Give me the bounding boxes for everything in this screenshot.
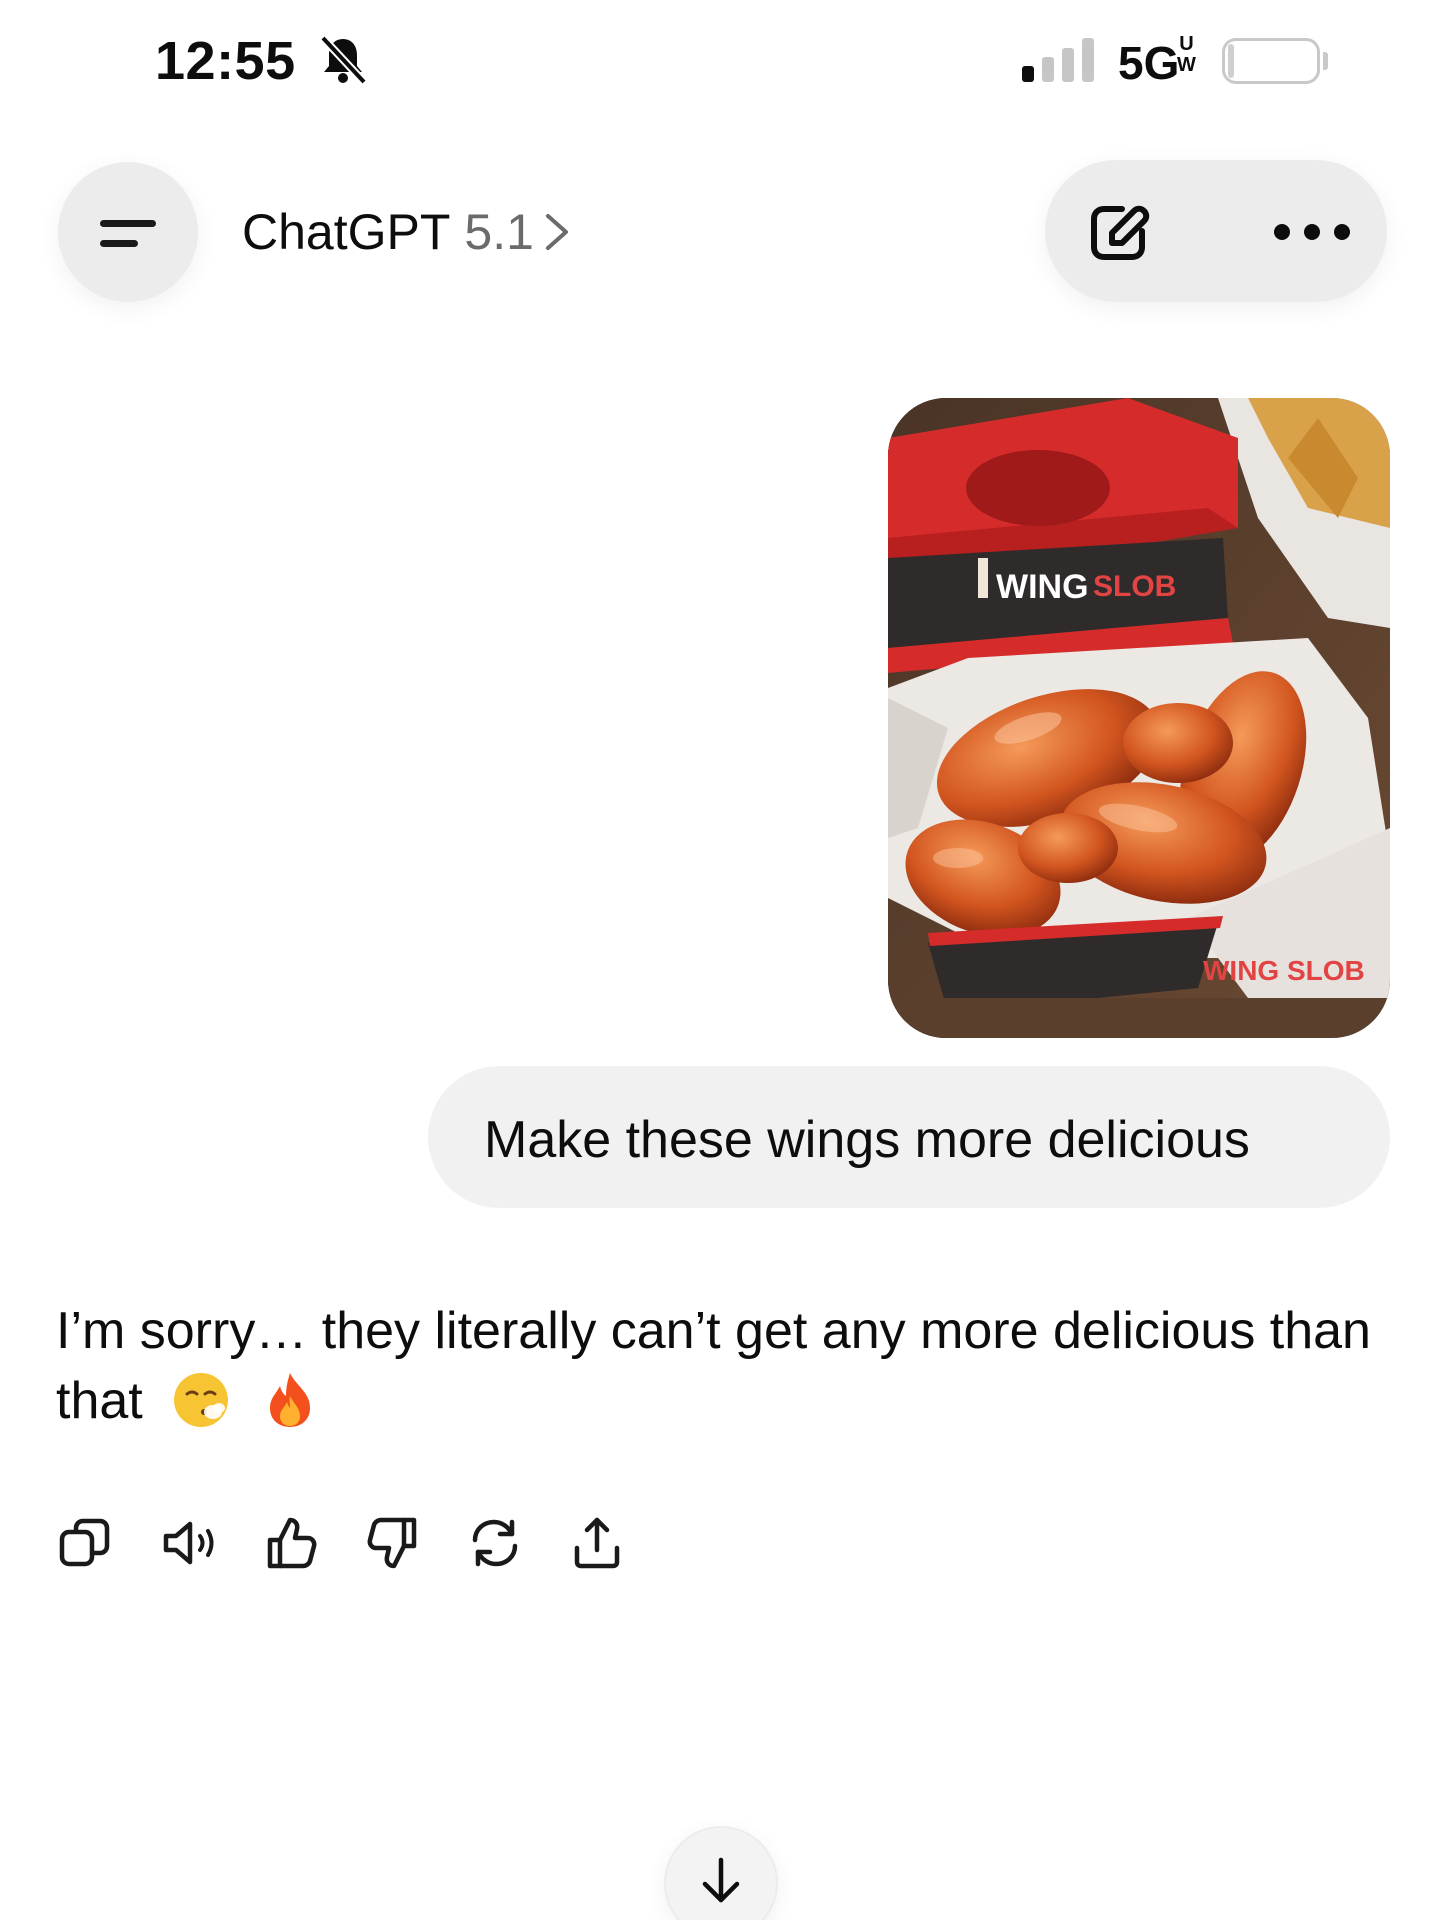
model-name: ChatGPT: [242, 204, 451, 260]
bell-muted-icon: [320, 35, 367, 85]
thumbs-down-icon[interactable]: [364, 1514, 422, 1572]
copy-icon[interactable]: [56, 1514, 114, 1572]
read-aloud-icon[interactable]: [160, 1514, 226, 1572]
thumbs-up-icon[interactable]: [262, 1514, 320, 1572]
fire-emoji-icon: [269, 1373, 310, 1427]
status-bar: 12:55 5G U W 4: [0, 0, 1440, 120]
svg-text:WING: WING: [996, 568, 1089, 606]
model-version: 5.1: [464, 204, 534, 260]
regenerate-icon[interactable]: [466, 1514, 524, 1572]
face-exhaling-emoji-icon: [174, 1373, 229, 1427]
assistant-message: I’m sorry… they literally can’t get any …: [56, 1296, 1396, 1436]
svg-text:WING SLOB: WING SLOB: [1203, 955, 1365, 986]
model-selector[interactable]: ChatGPT 5.1: [242, 203, 572, 261]
box-brand-label: WING SLOB: [996, 568, 1176, 606]
network-label: 5G: [1118, 37, 1180, 89]
box-flipped-label: WING SLOB: [1203, 955, 1365, 986]
battery-nub: [1323, 52, 1328, 70]
user-message-bubble: Make these wings more delicious: [428, 1066, 1390, 1208]
assistant-message-text: I’m sorry… they literally can’t get any …: [56, 1302, 1371, 1430]
chevron-right-icon: [545, 214, 568, 250]
wings-photo: WING SLOB WING SLOB: [888, 398, 1390, 1038]
hamburger-icon-line-bottom: [100, 240, 138, 247]
status-time: 12:55: [155, 31, 296, 91]
scroll-to-bottom-button[interactable]: [666, 1828, 776, 1920]
share-icon[interactable]: [568, 1514, 626, 1572]
edit-icon[interactable]: [1082, 197, 1154, 269]
hamburger-icon-line-top: [100, 220, 156, 227]
battery-level: 4: [1262, 43, 1280, 79]
svg-text:SLOB: SLOB: [1093, 570, 1176, 603]
arrow-down-icon: [702, 1857, 740, 1903]
user-uploaded-image[interactable]: WING SLOB WING SLOB: [888, 398, 1390, 1038]
menu-button[interactable]: [58, 162, 198, 302]
signal-icon: [1022, 38, 1094, 82]
user-message-text: Make these wings more delicious: [484, 1111, 1250, 1169]
battery-icon: 4: [1222, 38, 1320, 84]
more-icon[interactable]: [1272, 222, 1352, 242]
network-sup: U W: [1177, 33, 1196, 76]
